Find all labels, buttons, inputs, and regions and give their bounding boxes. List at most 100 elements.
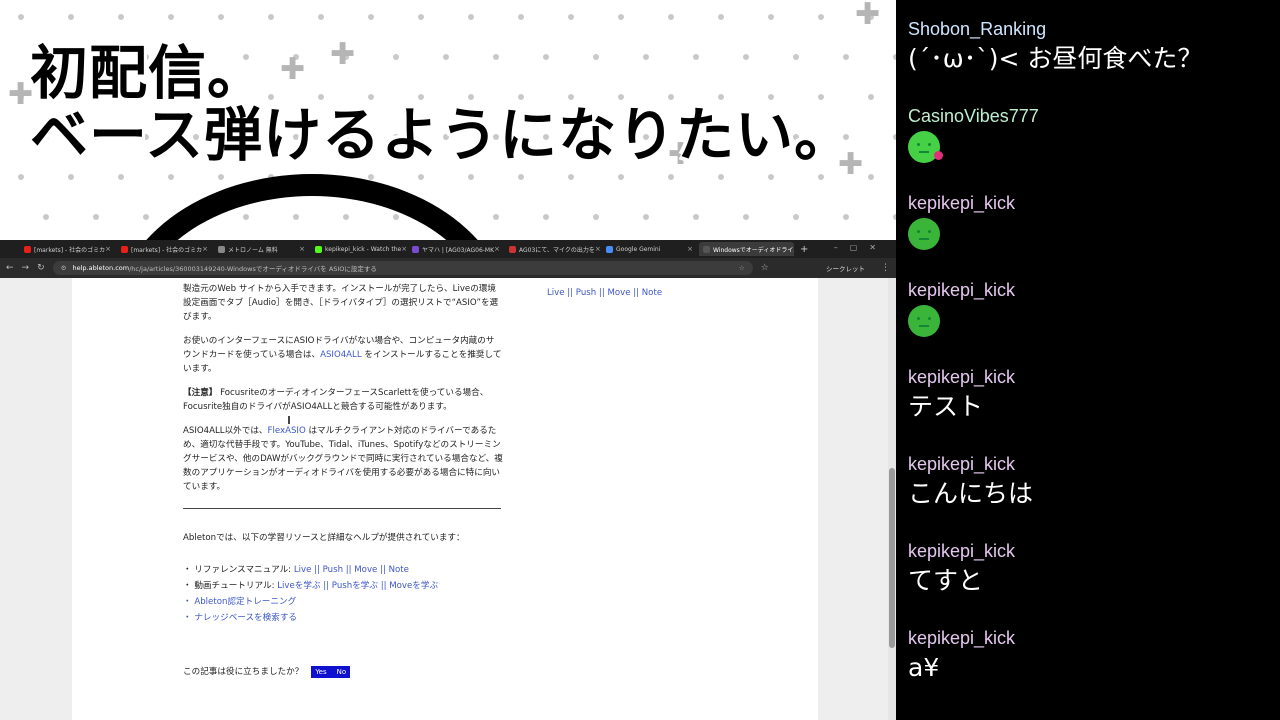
- pattern-dot: [68, 174, 74, 180]
- back-icon[interactable]: ←: [6, 263, 14, 273]
- chat-username: kepikepi_kick: [908, 454, 1016, 474]
- decorative-arc: [112, 174, 512, 240]
- browser-window: [markets] - 社会のゴミカ × [markets] - 社会のゴミカ × …: [0, 240, 896, 720]
- browser-tab[interactable]: Google Gemini ×: [602, 242, 697, 256]
- certified-training-link[interactable]: ・ Ableton認定トレーニング: [183, 595, 503, 609]
- address-bar-row: ← → ↻ ⚙ help.ableton.com /hc/ja/articles…: [0, 258, 896, 278]
- browser-tab-active[interactable]: WindowsでオーディオドライバをA×: [699, 242, 794, 256]
- pattern-dot: [593, 54, 599, 60]
- browser-tab[interactable]: [markets] - 社会のゴミカ ×: [20, 242, 115, 256]
- paragraph: お使いのインターフェースにASIOドライバがない場合や、コンピュータ内蔵のサウン…: [183, 334, 503, 376]
- page-icon: [218, 245, 225, 253]
- chat-username: kepikepi_kick: [908, 628, 1016, 648]
- bookmark-star-icon[interactable]: ☆: [739, 264, 745, 272]
- new-tab-button[interactable]: +: [800, 244, 808, 255]
- browser-tab[interactable]: AG03にて、マイクの出力を ×: [505, 242, 600, 256]
- paragraph: ASIO4ALL以外では、FlexASIO はマルチクライアント対応のドライバー…: [183, 424, 503, 494]
- article-panel: 製造元のWeb サイトから入手できます。インストールが完了したら、Liveの環境…: [72, 278, 818, 720]
- pattern-dot: [643, 214, 649, 220]
- url-path: /hc/ja/articles/360003149240-Windowsでオーデ…: [129, 265, 377, 273]
- pattern-dot: [593, 214, 599, 220]
- sidebar-manual-links[interactable]: Live || Push || Move || Note: [547, 288, 662, 298]
- pattern-dot: [493, 54, 499, 60]
- scrollbar[interactable]: [888, 278, 896, 720]
- feedback-buttons: Yes No: [311, 665, 351, 679]
- close-tab-icon[interactable]: ×: [105, 245, 111, 253]
- pattern-dot: [418, 174, 424, 180]
- tab-label: [markets] - 社会のゴミカ: [131, 246, 203, 254]
- pattern-dot: [693, 54, 699, 60]
- pattern-dot: [168, 14, 174, 20]
- chat-message: kepikepi_kick てすと: [908, 538, 1268, 625]
- pattern-dot: [18, 14, 24, 20]
- green-character-emote: [908, 131, 943, 163]
- pattern-dot: [768, 14, 774, 20]
- chat-text: a¥: [908, 653, 940, 682]
- pattern-dot: [468, 174, 474, 180]
- pattern-dot: [793, 214, 799, 220]
- url-field[interactable]: ⚙ help.ableton.com /hc/ja/articles/36000…: [52, 261, 753, 275]
- pattern-dot: [718, 14, 724, 20]
- browser-tab[interactable]: ヤマハ | [AG03/AG06-MK ×: [408, 242, 503, 256]
- extensions-icon[interactable]: ☆: [761, 263, 769, 273]
- video-tutorial-links[interactable]: Liveを学ぶ || Pushを学ぶ || Moveを学ぶ: [277, 581, 438, 591]
- chat-username: kepikepi_kick: [908, 280, 1016, 300]
- chat-message: kepikepi_kick a¥: [908, 625, 1268, 712]
- text: ASIO4ALL以外では、: [183, 426, 268, 436]
- close-tab-icon[interactable]: ×: [401, 245, 406, 253]
- page-icon: [412, 245, 419, 253]
- incognito-indicator[interactable]: シークレット: [826, 263, 873, 273]
- chat-panel: Shobon_Ranking (´･ω･`)< お昼何食べた？ CasinoVi…: [896, 0, 1280, 720]
- menu-icon[interactable]: ⋮: [881, 263, 896, 273]
- pattern-dot: [318, 14, 324, 20]
- note-heading: 【注意】: [183, 388, 218, 398]
- browser-tab[interactable]: メトロノーム 無料 ×: [214, 242, 309, 256]
- browser-tab[interactable]: [markets] - 社会のゴミカ ×: [117, 242, 212, 256]
- pattern-dot: [668, 14, 674, 20]
- site-info-icon[interactable]: ⚙: [61, 264, 67, 272]
- knowledge-base-search-link[interactable]: ・ ナレッジベースを検索する: [183, 611, 503, 625]
- tab-label: AG03にて、マイクの出力を: [519, 246, 595, 254]
- close-tab-icon[interactable]: ×: [494, 245, 500, 253]
- pattern-dot: [493, 214, 499, 220]
- forward-icon[interactable]: →: [22, 263, 30, 273]
- scroll-thumb[interactable]: [889, 468, 895, 648]
- feedback-row: この記事は役に立ちましたか？ Yes No: [183, 665, 503, 679]
- youtube-icon: [24, 245, 31, 253]
- chat-username: kepikepi_kick: [908, 367, 1016, 387]
- window-controls[interactable]: –▢✕: [834, 243, 888, 252]
- pattern-dot: [693, 214, 699, 220]
- flexasio-link[interactable]: FlexASIO: [268, 426, 306, 436]
- pattern-plus: ✚: [855, 0, 881, 32]
- browser-tab[interactable]: kepikepi_kick - Watch the ×: [311, 242, 406, 256]
- web-page: 製造元のWeb サイトから入手できます。インストールが完了したら、Liveの環境…: [0, 278, 896, 720]
- pattern-dot: [618, 14, 624, 20]
- paragraph: 製造元のWeb サイトから入手できます。インストールが完了したら、Liveの環境…: [183, 284, 499, 322]
- asio4all-link[interactable]: ASIO4ALL: [320, 350, 362, 360]
- pattern-dot: [218, 174, 224, 180]
- chat-message: kepikepi_kick: [908, 190, 1268, 277]
- chat-username: kepikepi_kick: [908, 541, 1016, 561]
- resource-list: ・ リファレンスマニュアル: Live || Push || Move || N…: [183, 563, 503, 625]
- tab-label: メトロノーム 無料: [228, 246, 278, 254]
- close-tab-icon[interactable]: ×: [299, 245, 305, 253]
- pattern-dot: [868, 174, 874, 180]
- no-button[interactable]: No: [337, 665, 347, 679]
- chat-message: kepikepi_kick: [908, 277, 1268, 364]
- pattern-dot: [68, 14, 74, 20]
- url-host: help.ableton.com: [72, 264, 130, 272]
- chat-text: テスト: [908, 392, 984, 421]
- pattern-dot: [618, 174, 624, 180]
- divider: [183, 508, 501, 509]
- chat-username: kepikepi_kick: [908, 193, 1016, 213]
- yes-button[interactable]: Yes: [315, 665, 326, 679]
- pattern-dot: [868, 94, 874, 100]
- chat-text: (´･ω･`)< お昼何食べた？: [908, 44, 1203, 73]
- close-tab-icon[interactable]: ×: [595, 245, 600, 253]
- reference-manual-links[interactable]: Live || Push || Move || Note: [294, 565, 409, 575]
- close-tab-icon[interactable]: ×: [687, 245, 693, 253]
- pattern-dot: [418, 14, 424, 20]
- reload-icon[interactable]: ↻: [37, 263, 45, 273]
- close-tab-icon[interactable]: ×: [202, 245, 208, 253]
- pattern-dot: [743, 214, 749, 220]
